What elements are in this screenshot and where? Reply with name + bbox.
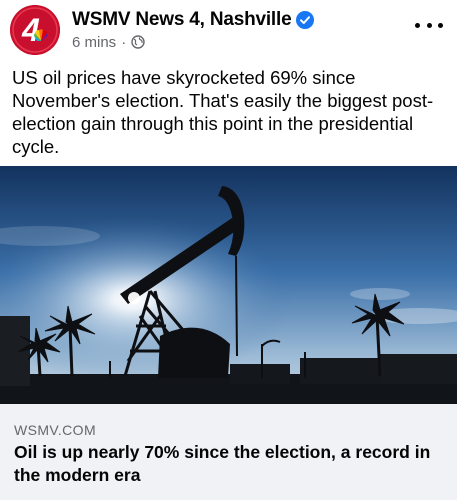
more-options-button[interactable] <box>415 14 443 36</box>
oil-pump-image <box>0 166 457 404</box>
more-dot-icon <box>426 22 432 28</box>
post-meta: 6 mins · <box>72 33 145 51</box>
link-domain: WSMV.COM <box>14 422 97 438</box>
page-name[interactable]: WSMV News 4, Nashville <box>72 9 292 31</box>
link-preview-card[interactable]: WSMV.COM Oil is up nearly 70% since the … <box>0 166 457 500</box>
post-timestamp[interactable]: 6 mins <box>72 34 116 51</box>
page-name-row: WSMV News 4, Nashville <box>72 8 315 32</box>
preview-footer[interactable]: WSMV.COM Oil is up nearly 70% since the … <box>0 404 457 500</box>
avatar-number: 4 <box>21 12 40 48</box>
more-dot-icon <box>438 22 443 28</box>
link-headline[interactable]: Oil is up nearly 70% since the election,… <box>14 441 444 487</box>
meta-separator: · <box>121 33 127 51</box>
page-avatar[interactable]: 4 <box>10 5 60 55</box>
globe-icon[interactable] <box>131 35 145 49</box>
preview-image[interactable] <box>0 166 457 404</box>
more-dot-icon <box>415 22 420 28</box>
post-header: 4 WSMV News 4, Nashville 6 mins · <box>0 0 457 62</box>
post-text: US oil prices have skyrocketed 69% since… <box>12 67 434 157</box>
verified-badge-icon <box>296 11 315 29</box>
wsmv-logo-icon: 4 <box>10 5 60 55</box>
